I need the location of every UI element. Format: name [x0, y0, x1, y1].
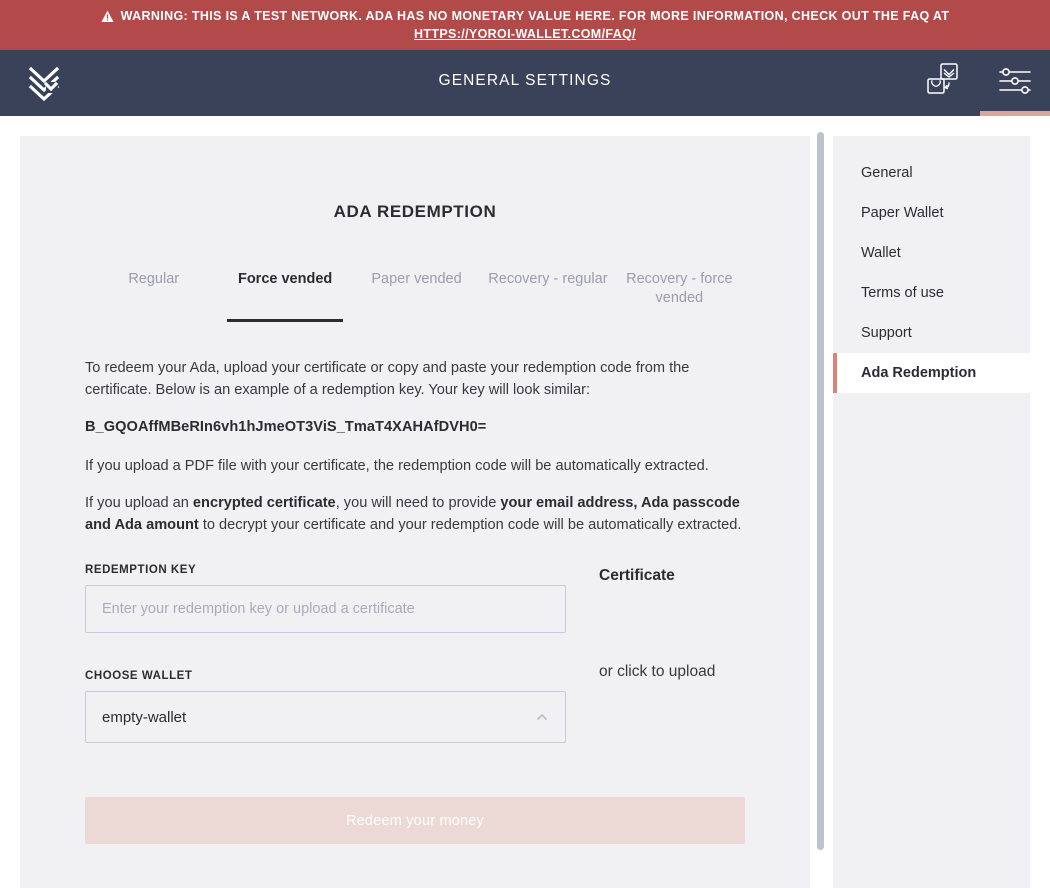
tab-force-vended[interactable]: Force vended — [219, 262, 350, 322]
redemption-key-field-group: REDEMPTION KEY — [85, 564, 566, 633]
content-region: ADA REDEMPTION Regular Force vended Pape… — [0, 116, 1050, 888]
settings-sliders-icon — [998, 66, 1032, 101]
redemption-key-label: REDEMPTION KEY — [85, 564, 197, 576]
certificate-upload-column[interactable]: Certificate or click to upload — [566, 564, 745, 743]
encrypted-middle: , you will need to provide — [335, 495, 501, 511]
choose-wallet-selected-value: empty-wallet — [102, 708, 187, 726]
sidebar-item-support[interactable]: Support — [833, 313, 1030, 353]
tab-regular[interactable]: Regular — [88, 262, 219, 322]
app-root: WARNING: THIS IS A TEST NETWORK. ADA HAS… — [0, 0, 1050, 888]
choose-wallet-label: CHOOSE WALLET — [85, 670, 193, 682]
redeem-money-button[interactable]: Redeem your money — [85, 797, 745, 844]
tab-recovery-regular[interactable]: Recovery - regular — [482, 262, 613, 322]
form-fields-column: REDEMPTION KEY CHOOSE WALLET empty-walle… — [85, 564, 566, 743]
redemption-type-tabs: Regular Force vended Paper vended Recove… — [85, 262, 745, 323]
warning-triangle-icon — [101, 10, 114, 23]
warning-text-row: WARNING: THIS IS A TEST NETWORK. ADA HAS… — [101, 9, 950, 24]
topbar-actions — [910, 50, 1050, 116]
encrypted-note-paragraph: If you upload an encrypted certificate, … — [85, 492, 745, 536]
certificate-uploader-title: Certificate — [599, 567, 675, 584]
sidebar-item-wallet[interactable]: Wallet — [833, 233, 1030, 273]
test-network-warning-banner: WARNING: THIS IS A TEST NETWORK. ADA HAS… — [0, 0, 1050, 50]
encrypted-certificate-emphasis: encrypted certificate — [192, 495, 336, 511]
intro-paragraph: To redeem your Ada, upload your certific… — [85, 360, 690, 398]
settings-button[interactable] — [980, 50, 1050, 116]
page-title: GENERAL SETTINGS — [438, 72, 612, 89]
encrypted-suffix: to decrypt your certificate and your red… — [198, 517, 742, 533]
certificate-uploader-hint: or click to upload — [599, 663, 716, 680]
panel-inner: ADA REDEMPTION Regular Force vended Pape… — [20, 202, 810, 874]
instructions: To redeem your Ada, upload your certific… — [85, 357, 745, 536]
redemption-key-input[interactable] — [85, 585, 566, 633]
pdf-note-paragraph: If you upload a PDF file with your certi… — [85, 458, 709, 474]
chevron-up-icon — [535, 710, 549, 724]
choose-wallet-field-group: CHOOSE WALLET empty-wallet — [85, 670, 566, 743]
ada-redemption-panel: ADA REDEMPTION Regular Force vended Pape… — [20, 136, 810, 888]
warning-message: WARNING: THIS IS A TEST NETWORK. ADA HAS… — [120, 8, 950, 23]
tab-recovery-force-vended[interactable]: Recovery - force vended — [614, 262, 745, 322]
choose-wallet-select[interactable]: empty-wallet — [85, 691, 566, 743]
panel-scrollbar[interactable] — [816, 132, 824, 872]
tab-paper-vended[interactable]: Paper vended — [351, 262, 482, 322]
sidebar-item-ada-redemption[interactable]: Ada Redemption — [833, 353, 1030, 393]
sidebar-item-general[interactable]: General — [833, 153, 1030, 193]
top-navigation-bar: GENERAL SETTINGS — [0, 50, 1050, 116]
wallet-switch-icon — [925, 61, 965, 106]
example-redemption-key: B_GQOAffMBeRIn6vh1hJmeOT3ViS_TmaT4XAHAfD… — [85, 419, 487, 435]
sidebar-item-terms-of-use[interactable]: Terms of use — [833, 273, 1030, 313]
redemption-form: REDEMPTION KEY CHOOSE WALLET empty-walle… — [85, 564, 745, 743]
wallet-switch-button[interactable] — [910, 50, 980, 116]
section-title: ADA REDEMPTION — [333, 202, 497, 221]
submit-row: Redeem your money — [85, 797, 745, 874]
encrypted-prefix: If you upload an — [85, 495, 193, 511]
settings-sidebar: General Paper Wallet Wallet Terms of use… — [833, 136, 1030, 888]
panel-scrollbar-thumb[interactable] — [817, 132, 824, 850]
faq-link[interactable]: HTTPS://YOROI-WALLET.COM/FAQ/ — [414, 26, 636, 42]
sidebar-item-paper-wallet[interactable]: Paper Wallet — [833, 193, 1030, 233]
